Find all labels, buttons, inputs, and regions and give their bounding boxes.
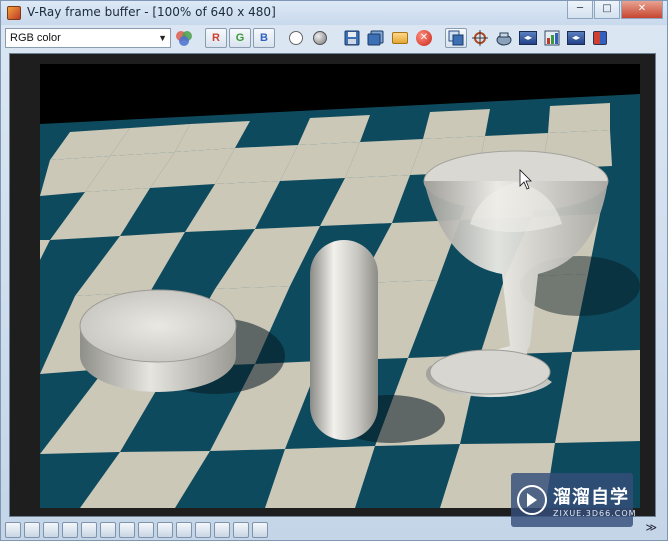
crosshair-icon	[472, 30, 488, 46]
vray-app-icon	[7, 6, 21, 20]
show-corrections-button[interactable]	[541, 28, 563, 48]
info-icon[interactable]	[43, 522, 59, 538]
region-render-button[interactable]	[493, 28, 515, 48]
save-all-button[interactable]	[365, 28, 387, 48]
watermark-title: 溜溜自学	[553, 487, 629, 508]
view-mono-button[interactable]	[309, 28, 331, 48]
layers-icon[interactable]	[62, 522, 78, 538]
chevron-down-icon: ▼	[158, 33, 167, 43]
play-logo-icon	[517, 485, 547, 515]
channel-select-value: RGB color	[10, 32, 61, 44]
expand-panel-icon[interactable]: ≫	[645, 521, 657, 534]
stereo-icon	[593, 31, 607, 45]
levels-icon[interactable]	[119, 522, 135, 538]
grey-sphere-icon	[313, 31, 327, 45]
white-circle-icon	[289, 31, 303, 45]
save-image-button[interactable]	[341, 28, 363, 48]
close-button[interactable]: ✕	[621, 1, 663, 19]
settings-icon[interactable]	[138, 522, 154, 538]
stamp-icon[interactable]	[252, 522, 268, 538]
window-title: V-Ray frame buffer - [100% of 640 x 480]	[27, 5, 276, 19]
maximize-button[interactable]: □	[594, 1, 620, 19]
rendered-image	[40, 64, 640, 508]
render-viewport[interactable]	[9, 53, 656, 517]
minimize-button[interactable]: ─	[567, 1, 593, 19]
folder-icon	[392, 32, 408, 44]
link-chip-icon: ◂▸	[519, 31, 537, 45]
exposure-icon[interactable]	[176, 522, 192, 538]
red-channel-label: R	[212, 32, 220, 44]
pixel-info-icon: ◂▸	[567, 31, 585, 45]
green-channel-label: G	[235, 32, 245, 44]
teapot-render-icon	[496, 32, 512, 46]
view-white-button[interactable]	[285, 28, 307, 48]
save-all-icon	[367, 30, 384, 46]
render-scene	[40, 64, 640, 508]
watermark-logo: 溜溜自学 ZIXUE.3D66.COM	[511, 473, 636, 527]
vfb-toolbar: RGB color ▼ R G B ✕ ◂▸ ◂▸	[5, 26, 663, 50]
lens-effects-icon[interactable]	[157, 522, 173, 538]
track-mouse-button[interactable]	[469, 28, 491, 48]
duplicate-to-max-button[interactable]	[445, 28, 467, 48]
save-disk-icon	[344, 30, 360, 46]
render-log-icon[interactable]	[24, 522, 40, 538]
rgb-circles-icon	[176, 31, 192, 46]
green-channel-toggle[interactable]: G	[229, 28, 251, 48]
histogram-icon[interactable]	[195, 522, 211, 538]
blue-channel-label: B	[260, 32, 268, 44]
curves-icon[interactable]	[100, 522, 116, 538]
watermark-subtitle: ZIXUE.3D66.COM	[553, 509, 637, 518]
channel-select[interactable]: RGB color ▼	[5, 28, 171, 48]
color-bars-icon[interactable]	[233, 522, 249, 538]
duplicate-icon	[448, 30, 464, 46]
history-icon[interactable]	[5, 522, 21, 538]
clear-image-button[interactable]: ✕	[413, 28, 435, 48]
blue-channel-toggle[interactable]: B	[253, 28, 275, 48]
stereo-view-button[interactable]	[589, 28, 611, 48]
compare-icon[interactable]	[81, 522, 97, 538]
load-image-button[interactable]	[389, 28, 411, 48]
red-channel-toggle[interactable]: R	[205, 28, 227, 48]
levels-icon	[544, 30, 560, 46]
pixel-info-button[interactable]: ◂▸	[565, 28, 587, 48]
window-controls: ─ □ ✕	[566, 1, 663, 19]
split-icon[interactable]	[214, 522, 230, 538]
link-to-max-button[interactable]: ◂▸	[517, 28, 539, 48]
vray-frame-buffer-window: V-Ray frame buffer - [100% of 640 x 480]…	[0, 0, 668, 541]
color-picker-button[interactable]	[173, 28, 195, 48]
title-bar[interactable]: V-Ray frame buffer - [100% of 640 x 480]…	[1, 1, 667, 25]
clear-icon: ✕	[416, 30, 432, 46]
